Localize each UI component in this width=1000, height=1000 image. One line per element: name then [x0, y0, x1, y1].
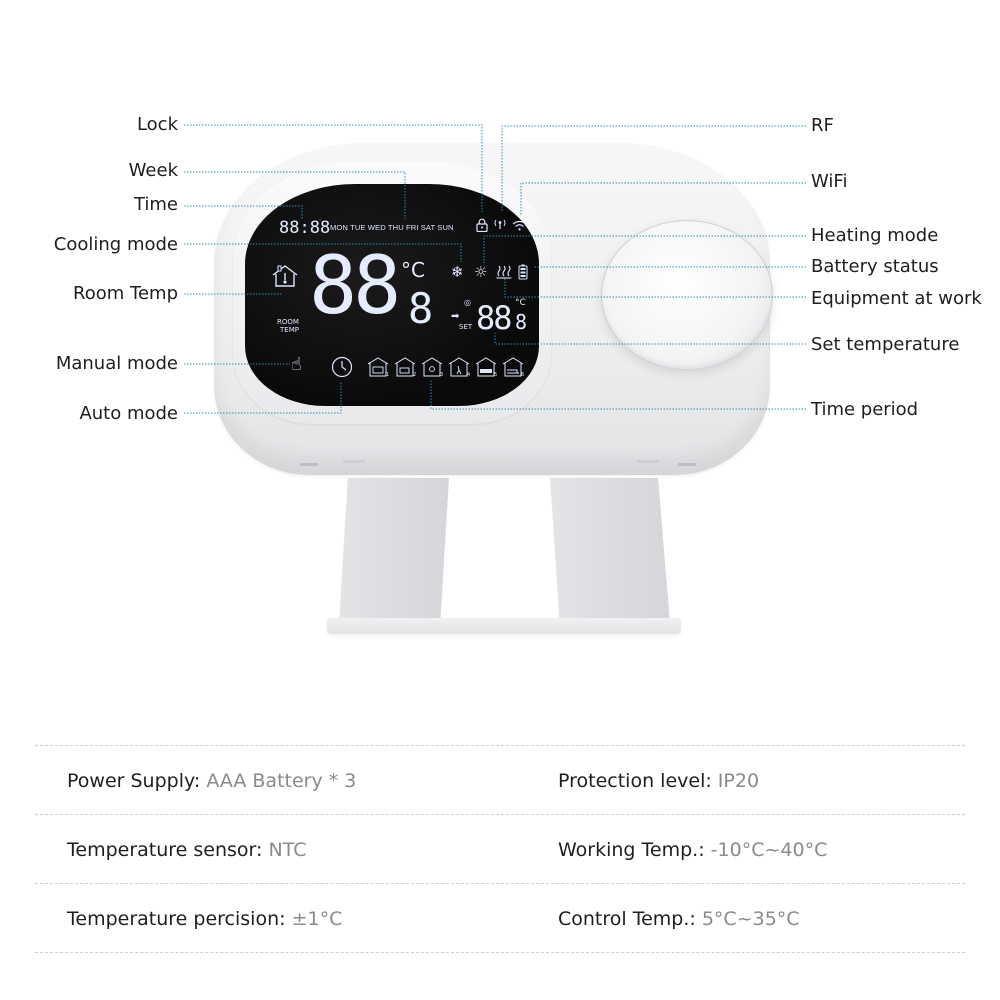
room-label: ROOM — [277, 318, 299, 326]
set-temperature-decimal: 8 — [515, 310, 528, 334]
callout-time-period: Time period — [811, 399, 919, 420]
spec-key: Working Temp.: — [558, 839, 705, 861]
arrow-icon: ➡ — [451, 311, 460, 322]
period-number: 1 — [386, 372, 389, 378]
spec-working-temp: Working Temp.: -10°C~40°C — [558, 838, 827, 862]
callout-rf: RF — [811, 115, 834, 136]
lcd-screen: 88:88 MON TUE WED THU FRI SAT SUN ROOM T… — [245, 184, 539, 406]
period-2-icon: 2 — [394, 357, 416, 378]
room-temperature-decimal: 8 — [408, 284, 434, 333]
lock-icon — [476, 218, 488, 232]
temp-label: TEMP — [280, 326, 299, 334]
callout-wifi: WiFi — [811, 171, 848, 192]
spec-value: 5°C~35°C — [701, 908, 800, 930]
divider — [35, 952, 965, 953]
spec-temperature-sensor: Temperature sensor: NTC — [67, 838, 306, 862]
clock-display: 88:88 — [279, 218, 331, 238]
room-temperature-unit: °C — [401, 258, 425, 282]
set-temperature-unit: °C — [515, 298, 526, 308]
stand-leg-right — [550, 478, 670, 623]
sun-heating-icon: ☼ — [474, 263, 488, 281]
vent-slot — [637, 460, 659, 463]
control-knob[interactable] — [601, 220, 773, 370]
set-temperature-digits: 88 — [476, 299, 513, 337]
divider — [35, 883, 965, 884]
period-number: 6 — [521, 372, 524, 378]
callout-week: Week — [128, 160, 178, 181]
snowflake-icon: ❄ — [451, 263, 464, 281]
spec-value: AAA Battery * 3 — [206, 770, 357, 792]
room-temperature-digits: 88 — [309, 239, 401, 332]
wifi-icon — [512, 220, 527, 231]
period-number: 4 — [467, 372, 470, 378]
vent-slot — [678, 463, 696, 466]
period-number: 5 — [494, 372, 497, 378]
callout-cooling-mode: Cooling mode — [53, 234, 178, 255]
period-1-icon: 1 — [367, 357, 389, 378]
period-5-icon: 5 — [475, 357, 497, 378]
callout-equipment-at-work: Equipment at work — [811, 288, 982, 309]
callout-time: Time — [133, 194, 178, 215]
callout-auto-mode: Auto mode — [79, 403, 178, 424]
callout-room-temp: Room Temp — [73, 283, 178, 304]
spec-value: -10°C~40°C — [710, 839, 828, 861]
vent-slot — [300, 463, 318, 466]
clock-auto-icon — [331, 356, 353, 378]
period-6-icon: 6 — [502, 357, 524, 378]
spec-key: Control Temp.: — [558, 908, 696, 930]
spec-key: Protection level: — [558, 770, 712, 792]
spec-key: Power Supply: — [67, 770, 201, 792]
period-3-icon: 3 — [421, 357, 443, 378]
eco-icon: ◎ — [464, 298, 471, 307]
heat-waves-icon — [496, 265, 512, 279]
spec-key: Temperature percision: — [67, 908, 286, 930]
spec-control-temp: Control Temp.: 5°C~35°C — [558, 907, 800, 931]
week-days: MON TUE WED THU FRI SAT SUN — [330, 223, 454, 232]
vent-slot — [343, 460, 365, 463]
period-number: 2 — [413, 372, 416, 378]
spec-value: IP20 — [717, 770, 760, 792]
period-4-icon: 4 — [448, 357, 470, 378]
home-temperature-icon — [272, 265, 298, 287]
spec-power-supply: Power Supply: AAA Battery * 3 — [67, 769, 356, 793]
rf-antenna-icon — [494, 219, 506, 229]
callout-battery-status: Battery status — [811, 256, 939, 277]
stand-leg-left — [339, 478, 449, 623]
battery-icon — [518, 264, 528, 280]
set-label: SET — [459, 323, 473, 331]
divider — [35, 745, 965, 746]
period-number: 3 — [440, 372, 443, 378]
callout-manual-mode: Manual mode — [55, 353, 178, 374]
divider — [35, 814, 965, 815]
spec-key: Temperature sensor: — [67, 839, 263, 861]
callout-set-temperature: Set temperature — [811, 334, 960, 355]
stand-base — [327, 618, 681, 634]
spec-temperature-precision: Temperature percision: ±1°C — [67, 907, 342, 931]
spec-protection-level: Protection level: IP20 — [558, 769, 759, 793]
callout-lock: Lock — [136, 114, 178, 135]
callout-heating-mode: Heating mode — [811, 225, 939, 246]
time-period-icons: 1 2 3 4 5 6 — [367, 356, 532, 378]
hand-manual-icon: ☝ — [291, 354, 302, 375]
spec-value: ±1°C — [291, 908, 343, 930]
spec-value: NTC — [268, 839, 307, 861]
